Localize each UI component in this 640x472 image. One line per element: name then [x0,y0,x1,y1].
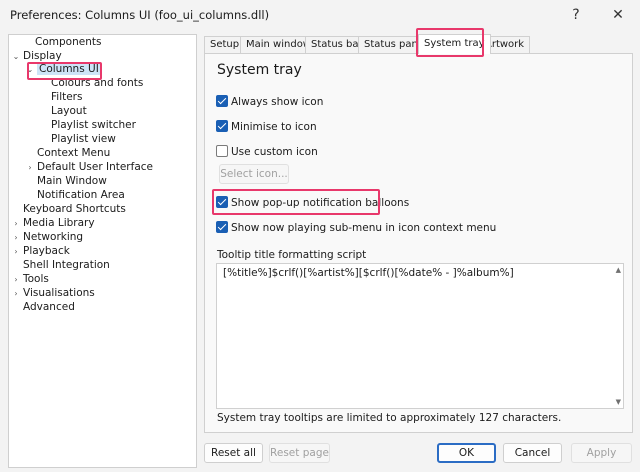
apply-button[interactable]: Apply [571,443,632,463]
preferences-tree[interactable]: Components ⌄ Display ⌄ Columns UI Colours … [8,34,197,468]
tree-item-visualisations[interactable]: › Visualisations [11,286,94,301]
chevron-right-icon[interactable]: › [25,161,35,175]
scrollbar[interactable]: ▲ ▼ [613,264,623,408]
tree-item-components[interactable]: Components [23,35,101,49]
tree-item-notification-area[interactable]: Notification Area [25,188,125,202]
tooltip-script-textarea[interactable]: [%title%]$crlf()[%artist%][$crlf()[%date… [216,263,624,409]
checkbox-unchecked-icon[interactable] [216,145,228,157]
chevron-right-icon[interactable]: › [11,245,21,259]
highlight-annotation [416,28,484,57]
tree-item-shell-integration[interactable]: Shell Integration [11,258,110,272]
always-show-icon-checkbox[interactable]: Always show icon [216,95,323,109]
tree-item-networking[interactable]: › Networking [11,230,83,244]
tree-item-display[interactable]: ⌄ Display [11,49,62,63]
tree-item-tools[interactable]: › Tools [11,272,48,287]
tree-item-advanced[interactable]: Advanced [11,300,75,314]
tree-item-keyboard-shortcuts[interactable]: Keyboard Shortcuts [11,202,126,216]
tree-item-context-menu[interactable]: Context Menu [25,146,110,160]
panel-title: System tray [217,62,302,78]
tree-item-default-user-interface[interactable]: › Default User Interface [25,160,153,174]
show-now-playing-checkbox[interactable]: Show now playing sub-menu in icon contex… [216,221,496,235]
use-custom-icon-checkbox[interactable]: Use custom icon [216,145,318,159]
preferences-window: Preferences: Columns UI (foo_ui_columns.… [0,0,640,472]
tree-item-main-window[interactable]: Main Window [25,174,107,188]
checkbox-checked-icon[interactable] [216,95,228,107]
cancel-button[interactable]: Cancel [503,443,562,463]
window-title: Preferences: Columns UI (foo_ui_columns.… [10,8,270,22]
reset-all-button[interactable]: Reset all [204,443,263,463]
tree-item-media-library[interactable]: › Media Library [11,216,94,231]
chevron-right-icon[interactable]: › [11,231,21,245]
tree-item-filters[interactable]: Filters [39,90,82,104]
chevron-right-icon[interactable]: › [11,287,21,301]
tree-item-playback[interactable]: › Playback [11,244,69,259]
chevron-right-icon[interactable]: › [11,217,21,231]
reset-page-button[interactable]: Reset page [269,443,330,463]
scroll-down-icon[interactable]: ▼ [616,398,621,406]
chevron-down-icon[interactable]: ⌄ [11,50,21,64]
tree-item-playlist-switcher[interactable]: Playlist switcher [39,118,136,132]
script-text: [%title%]$crlf()[%artist%][$crlf()[%date… [223,267,514,279]
title-bar: Preferences: Columns UI (foo_ui_columns.… [0,0,640,30]
chevron-right-icon[interactable]: › [11,273,21,287]
help-button[interactable]: ? [554,2,598,28]
script-label: Tooltip title formatting script [217,249,367,261]
scroll-up-icon[interactable]: ▲ [616,266,621,274]
minimise-to-icon-checkbox[interactable]: Minimise to icon [216,120,317,134]
checkbox-checked-icon[interactable] [216,221,228,233]
tree-item-layout[interactable]: Layout [39,104,87,118]
tooltip-length-note: System tray tooltips are limited to appr… [217,412,562,424]
tab-setup[interactable]: Setup [204,36,246,53]
checkbox-checked-icon[interactable] [216,120,228,132]
system-tray-panel: System tray Always show icon Minimise to… [204,53,633,433]
select-icon-button[interactable]: Select icon... [219,164,289,184]
highlight-annotation [27,62,102,80]
tree-item-playlist-view[interactable]: Playlist view [39,132,116,146]
close-button[interactable]: ✕ [596,2,640,28]
highlight-annotation [212,189,380,215]
ok-button[interactable]: OK [437,443,496,463]
